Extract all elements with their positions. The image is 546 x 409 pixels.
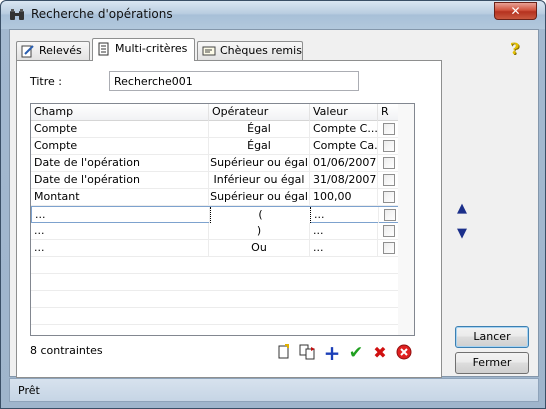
r-checkbox[interactable] xyxy=(384,209,396,221)
binoculars-icon xyxy=(10,9,24,20)
cell-operateur[interactable]: Égal xyxy=(209,138,310,154)
cell-champ[interactable]: Compte xyxy=(31,121,209,137)
move-down-icon[interactable]: ▼ xyxy=(455,226,469,242)
cell-valeur[interactable]: ... xyxy=(311,207,379,223)
tab-label: Relevés xyxy=(39,44,82,57)
table-row[interactable]: Montant Supérieur ou égal 100,00 xyxy=(31,189,414,206)
table-row[interactable]: Compte Égal Compte C... xyxy=(31,121,414,138)
add-icon[interactable]: + xyxy=(323,343,341,363)
window-title: Recherche d'opérations xyxy=(31,7,173,21)
tab-multi-criteres[interactable]: Multi-critères xyxy=(92,38,195,61)
cell-valeur[interactable]: Compte C... xyxy=(310,121,378,137)
table-row[interactable]: Date de l'opération Inférieur ou égal 31… xyxy=(31,172,414,189)
cell-valeur[interactable]: 01/06/2007 xyxy=(310,155,378,171)
table-row[interactable]: ... ) ... xyxy=(31,223,414,240)
dialog-body: ? Relevés Multi-critères Chèques remis T… xyxy=(9,29,539,378)
column-header-champ[interactable]: Champ xyxy=(31,104,209,121)
cell-r xyxy=(378,189,400,205)
empty-row[interactable] xyxy=(31,257,414,274)
titre-input[interactable] xyxy=(109,71,359,91)
cell-operateur[interactable]: Supérieur ou égal xyxy=(209,189,310,205)
empty-row[interactable] xyxy=(31,291,414,308)
grid-scroll-area[interactable] xyxy=(398,104,414,335)
empty-row[interactable] xyxy=(31,308,414,325)
checkmark-icon[interactable]: ✔ xyxy=(347,344,365,362)
constraint-count: 8 contraintes xyxy=(30,344,103,357)
r-checkbox[interactable] xyxy=(383,174,395,186)
table-row[interactable]: Compte Égal Compte Ca... xyxy=(31,138,414,155)
cell-valeur[interactable]: ... xyxy=(310,240,378,256)
cell-r xyxy=(378,172,400,188)
cell-champ[interactable]: Date de l'opération xyxy=(31,155,209,171)
title-bar[interactable]: Recherche d'opérations ✕ xyxy=(1,1,545,29)
help-icon[interactable]: ? xyxy=(510,39,519,58)
tab-label: Multi-critères xyxy=(115,42,188,55)
table-row[interactable]: ... Ou ... xyxy=(31,240,414,257)
tab-releves[interactable]: Relevés xyxy=(16,41,90,60)
cancel-icon[interactable] xyxy=(395,344,413,362)
cell-champ[interactable]: Date de l'opération xyxy=(31,172,209,188)
criteria-grid: Champ Opérateur Valeur R Compte Égal Com… xyxy=(30,103,415,336)
fermer-button[interactable]: Fermer xyxy=(455,352,529,374)
pencil-doc-icon xyxy=(21,45,34,58)
cell-operateur[interactable]: Inférieur ou égal xyxy=(209,172,310,188)
cell-champ[interactable]: Compte xyxy=(31,138,209,154)
copy-document-icon[interactable] xyxy=(299,344,317,362)
cell-r xyxy=(378,223,400,239)
cell-champ[interactable]: ... xyxy=(31,240,209,256)
grid-header: Champ Opérateur Valeur R xyxy=(31,104,414,121)
status-bar: Prêt xyxy=(9,378,539,402)
cell-r xyxy=(378,155,400,171)
tab-cheques-remis[interactable]: Chèques remis xyxy=(197,41,303,60)
column-header-r[interactable]: R xyxy=(378,104,400,121)
titre-label: Titre : xyxy=(30,75,63,88)
cell-valeur[interactable]: 31/08/2007 xyxy=(310,172,378,188)
cell-operateur[interactable]: Égal xyxy=(209,121,310,137)
cell-operateur[interactable]: Ou xyxy=(209,240,310,256)
tab-label: Chèques remis xyxy=(220,44,302,57)
move-up-icon[interactable]: ▲ xyxy=(455,201,469,217)
r-checkbox[interactable] xyxy=(383,123,395,135)
empty-row[interactable] xyxy=(31,274,414,291)
new-document-icon[interactable] xyxy=(275,344,293,362)
cell-champ[interactable]: ... xyxy=(32,207,210,223)
cell-operateur[interactable]: ( xyxy=(210,207,311,223)
cell-r xyxy=(378,240,400,256)
lancer-button[interactable]: Lancer xyxy=(455,326,529,348)
status-text: Prêt xyxy=(18,384,40,397)
cheque-icon xyxy=(202,46,216,56)
r-checkbox[interactable] xyxy=(383,242,395,254)
r-checkbox[interactable] xyxy=(383,225,395,237)
column-header-operateur[interactable]: Opérateur xyxy=(209,104,310,121)
cell-valeur[interactable]: 100,00 xyxy=(310,189,378,205)
cell-valeur[interactable]: ... xyxy=(310,223,378,239)
table-row-selected[interactable]: ... ( ... xyxy=(31,206,414,223)
r-checkbox[interactable] xyxy=(383,140,395,152)
cell-valeur[interactable]: Compte Ca... xyxy=(310,138,378,154)
cell-r xyxy=(378,138,400,154)
cell-r xyxy=(378,121,400,137)
dialog-window: Recherche d'opérations ✕ ? Relevés Multi xyxy=(0,0,546,409)
cell-operateur[interactable]: ) xyxy=(209,223,310,239)
cell-operateur[interactable]: Supérieur ou égal xyxy=(209,155,310,171)
r-checkbox[interactable] xyxy=(383,157,395,169)
table-row[interactable]: Date de l'opération Supérieur ou égal 01… xyxy=(31,155,414,172)
cell-champ[interactable]: Montant xyxy=(31,189,209,205)
r-checkbox[interactable] xyxy=(383,191,395,203)
cell-champ[interactable]: ... xyxy=(31,223,209,239)
column-header-valeur[interactable]: Valeur xyxy=(310,104,378,121)
document-icon xyxy=(98,42,109,56)
multi-criteres-panel: Titre : Champ Opérateur Valeur R Compte … xyxy=(16,60,442,378)
delete-icon[interactable]: ✖ xyxy=(371,344,389,362)
close-button[interactable]: ✕ xyxy=(494,2,537,20)
